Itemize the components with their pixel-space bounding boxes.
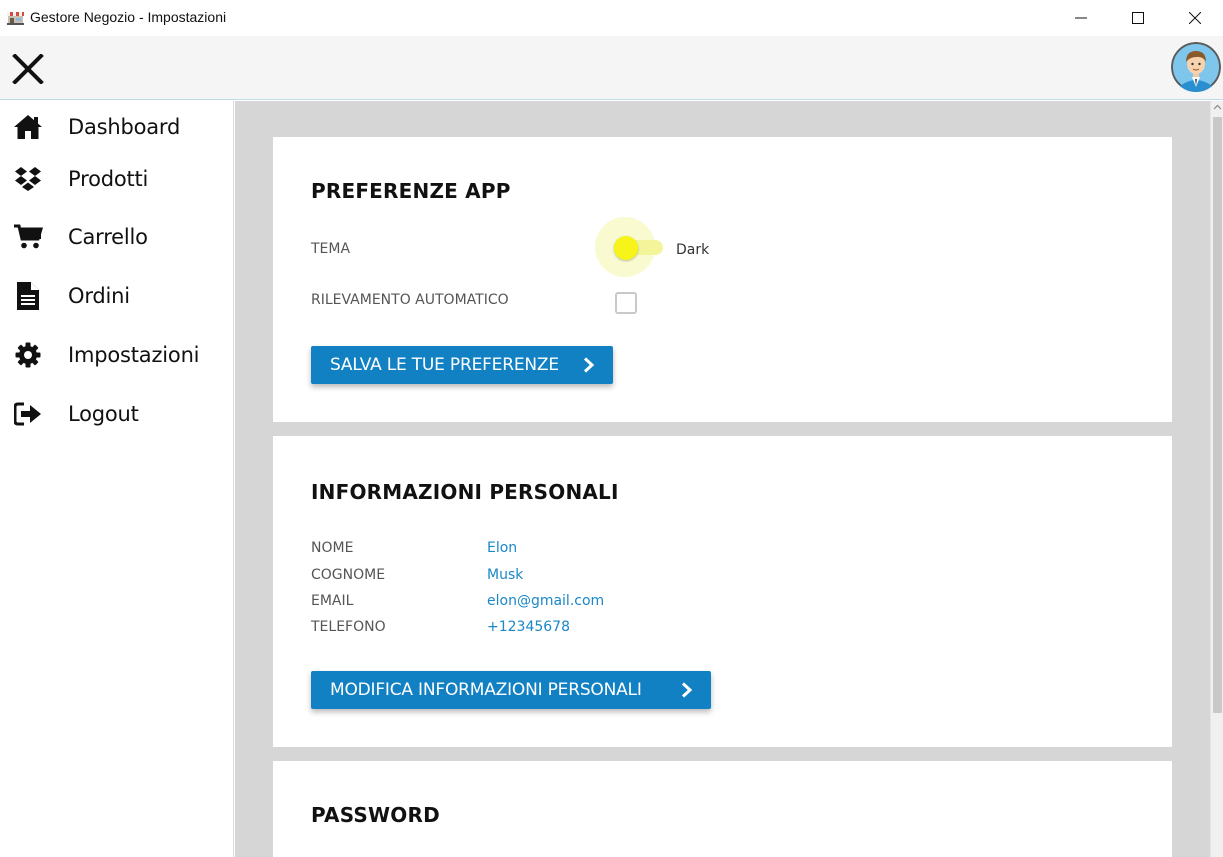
sidebar: Dashboard Prodotti Carrello Ordini Impos… bbox=[0, 101, 234, 857]
minimize-button[interactable] bbox=[1052, 0, 1110, 36]
sidebar-item-impostazioni[interactable]: Impostazioni bbox=[0, 329, 234, 381]
theme-toggle[interactable] bbox=[595, 217, 665, 281]
sidebar-item-carrello[interactable]: Carrello bbox=[0, 211, 234, 263]
last-name-value: Musk bbox=[487, 567, 524, 583]
minimize-icon bbox=[1075, 17, 1087, 19]
sidebar-item-ordini[interactable]: Ordini bbox=[0, 270, 234, 322]
window-titlebar: Gestore Negozio - Impostazioni bbox=[0, 0, 1223, 36]
save-preferences-button[interactable]: SALVA LE TUE PREFERENZE bbox=[311, 346, 613, 384]
last-name-label: COGNOME bbox=[311, 567, 386, 583]
phone-label: TELEFONO bbox=[311, 619, 386, 635]
sidebar-item-prodotti[interactable]: Prodotti bbox=[0, 153, 234, 205]
save-preferences-label: SALVA LE TUE PREFERENZE bbox=[330, 355, 559, 375]
email-label: EMAIL bbox=[311, 593, 354, 609]
edit-personal-info-button[interactable]: MODIFICA INFORMAZIONI PERSONALI bbox=[311, 671, 711, 709]
email-value: elon@gmail.com bbox=[487, 593, 605, 609]
sidebar-item-label: Dashboard bbox=[68, 115, 181, 139]
user-avatar-icon bbox=[1171, 42, 1221, 92]
content-scrollbar[interactable] bbox=[1210, 101, 1223, 857]
chevron-right-icon bbox=[681, 682, 693, 698]
sidebar-item-logout[interactable]: Logout bbox=[0, 388, 234, 440]
maximize-button[interactable] bbox=[1109, 0, 1167, 36]
personal-info-title: INFORMAZIONI PERSONALI bbox=[311, 480, 619, 504]
close-menu-icon[interactable] bbox=[12, 54, 44, 84]
dropbox-icon bbox=[12, 163, 44, 195]
logout-icon bbox=[12, 398, 44, 430]
home-icon bbox=[12, 111, 44, 143]
first-name-value: Elon bbox=[487, 540, 518, 556]
window-close-button[interactable] bbox=[1166, 0, 1223, 36]
scrollbar-thumb[interactable] bbox=[1213, 117, 1222, 713]
sidebar-item-label: Impostazioni bbox=[68, 343, 200, 367]
theme-label: TEMA bbox=[311, 241, 351, 257]
auto-detect-checkbox[interactable] bbox=[615, 292, 637, 314]
scroll-up-arrow-icon[interactable] bbox=[1213, 103, 1222, 112]
cart-icon bbox=[12, 221, 44, 253]
chevron-right-icon bbox=[583, 357, 595, 373]
personal-info-card: INFORMAZIONI PERSONALI NOME Elon COGNOME… bbox=[273, 436, 1172, 747]
window-close-icon bbox=[1189, 12, 1201, 24]
window-title: Gestore Negozio - Impostazioni bbox=[30, 9, 227, 25]
password-card: PASSWORD bbox=[273, 761, 1172, 857]
sidebar-item-label: Logout bbox=[68, 402, 139, 426]
sidebar-item-label: Ordini bbox=[68, 284, 130, 308]
phone-value: +12345678 bbox=[487, 619, 570, 635]
app-header bbox=[0, 36, 1223, 100]
theme-value: Dark bbox=[676, 242, 710, 258]
preferences-card: PREFERENZE APP TEMA Dark RILEVAMENTO AUT… bbox=[273, 137, 1172, 422]
password-title: PASSWORD bbox=[311, 803, 440, 827]
avatar[interactable] bbox=[1171, 42, 1221, 92]
first-name-label: NOME bbox=[311, 540, 354, 556]
sidebar-item-dashboard[interactable]: Dashboard bbox=[0, 101, 234, 153]
document-icon bbox=[12, 280, 44, 312]
auto-detect-label: RILEVAMENTO AUTOMATICO bbox=[311, 292, 509, 308]
edit-personal-info-label: MODIFICA INFORMAZIONI PERSONALI bbox=[330, 680, 642, 700]
sidebar-item-label: Prodotti bbox=[68, 167, 149, 191]
preferences-title: PREFERENZE APP bbox=[311, 179, 511, 203]
maximize-icon bbox=[1132, 12, 1144, 24]
store-icon bbox=[7, 12, 24, 25]
toggle-knob bbox=[614, 236, 638, 260]
sidebar-item-label: Carrello bbox=[68, 225, 148, 249]
gear-icon bbox=[12, 339, 44, 371]
settings-content: PREFERENZE APP TEMA Dark RILEVAMENTO AUT… bbox=[235, 101, 1210, 857]
